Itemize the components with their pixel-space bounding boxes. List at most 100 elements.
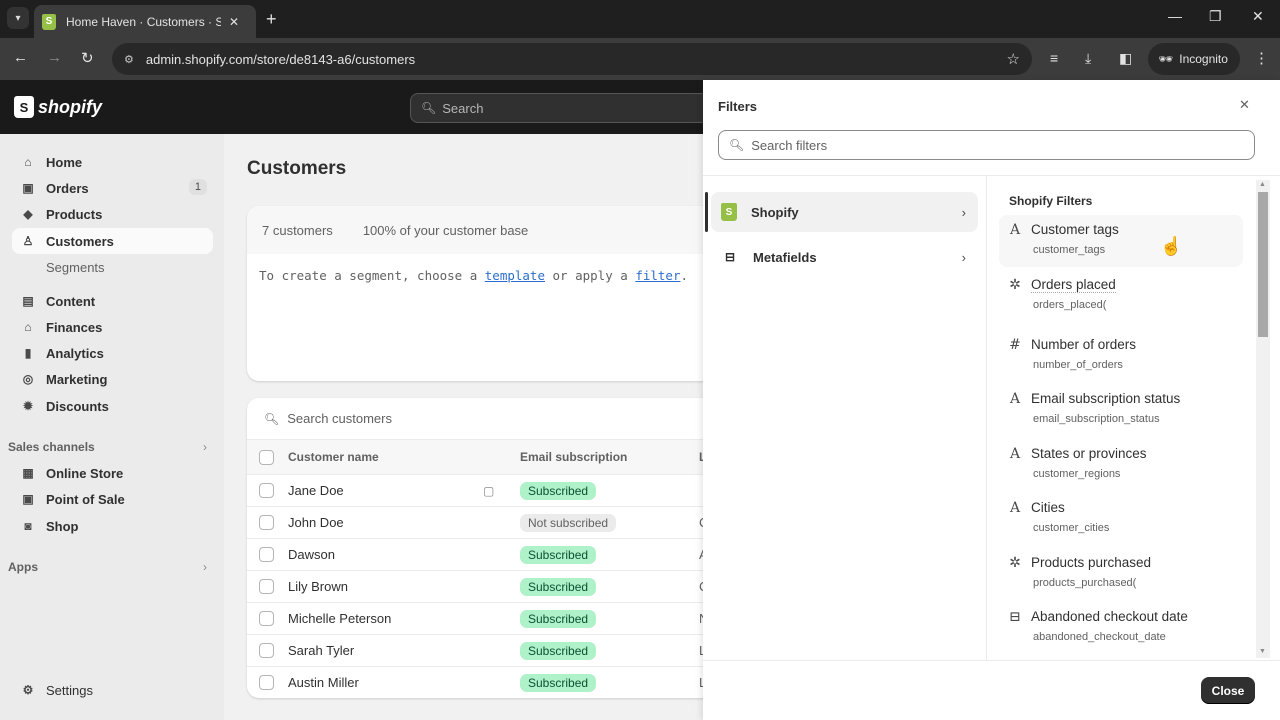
table-row[interactable]: Sarah TylerSubscribedL	[247, 635, 727, 667]
filter-category-shopify[interactable]: S Shopify ›	[711, 192, 978, 232]
sidebar-item-label: Home	[46, 154, 83, 170]
forward-icon[interactable]: →	[47, 49, 62, 66]
filter-key: customer_tags	[1033, 244, 1106, 256]
customer-name[interactable]: Dawson	[288, 547, 335, 562]
sidebar-item-label: Discounts	[46, 398, 109, 414]
filters-section-title: Shopify Filters	[1009, 194, 1093, 208]
sidebar-item-point-of-sale[interactable]: ▣ Point of Sale	[12, 486, 213, 512]
media-control-icon[interactable]: ≡	[1050, 50, 1058, 66]
content-icon: ▤	[22, 294, 34, 308]
customer-name[interactable]: Michelle Peterson	[288, 611, 391, 626]
back-icon[interactable]: ←	[13, 49, 28, 66]
sidebar-item-online-store[interactable]: ▦ Online Store	[12, 460, 213, 486]
table-row[interactable]: Jane Doe ▢ Subscribed	[247, 475, 727, 507]
reload-icon[interactable]: ↻	[81, 49, 94, 67]
filter-item[interactable]: A States or provinces customer_regions	[999, 439, 1243, 491]
tab-search-button[interactable]: ▾	[7, 7, 29, 29]
site-info-icon[interactable]: ⚙	[124, 53, 134, 66]
sidebar-item-home[interactable]: ⌂ Home	[12, 149, 213, 175]
bank-icon: ⌂	[24, 320, 32, 334]
table-header: Customer name Email subscription L	[247, 440, 727, 475]
download-icon[interactable]: ⤓	[1085, 50, 1091, 67]
customer-search-input[interactable]: 🔍︎ Search customers	[247, 398, 727, 440]
browser-tab[interactable]: S Home Haven · Customers · Shopify ✕	[34, 5, 256, 38]
column-header-email[interactable]: Email subscription	[520, 450, 627, 464]
sidebar-item-customers[interactable]: ♙ Customers	[12, 228, 213, 254]
sidebar-item-finances[interactable]: ⌂ Finances	[12, 314, 213, 340]
incognito-indicator[interactable]: 🕶 Incognito	[1148, 43, 1240, 75]
scroll-up-arrow-icon[interactable]: ▲	[1259, 181, 1266, 188]
customer-count: 7 customers	[262, 222, 333, 238]
sidebar-item-marketing[interactable]: ◎ Marketing	[12, 366, 213, 392]
template-link[interactable]: template	[485, 268, 545, 283]
row-checkbox[interactable]	[259, 675, 274, 690]
apps-header[interactable]: Apps ›	[8, 560, 213, 574]
sidebar-item-products[interactable]: ◆ Products	[12, 201, 213, 227]
sidebar-item-shop[interactable]: ◙ Shop	[12, 513, 213, 539]
select-all-checkbox[interactable]	[259, 449, 274, 465]
segment-summary: 7 customers 100% of your customer base	[247, 206, 727, 254]
close-button[interactable]: Close	[1201, 677, 1255, 704]
tab-close-icon[interactable]: ✕	[229, 15, 239, 29]
filter-key: products_purchased(	[1033, 577, 1137, 589]
customer-name[interactable]: John Doe	[288, 515, 344, 530]
target-icon: ◎	[22, 372, 34, 386]
customer-name[interactable]: Jane Doe	[288, 483, 344, 498]
address-bar[interactable]: ⚙ admin.shopify.com/store/de8143-a6/cust…	[112, 43, 1032, 75]
filter-item[interactable]: ⊟ Abandoned checkout date abandoned_checko…	[999, 602, 1243, 654]
minimize-icon[interactable]: —	[1168, 8, 1182, 24]
side-panel-icon[interactable]: ◧	[1119, 50, 1132, 67]
filter-item[interactable]: ✲ Products purchased products_purchased(	[999, 548, 1243, 600]
filter-item[interactable]: A Email subscription status email_subscrip…	[999, 384, 1243, 436]
row-checkbox[interactable]	[259, 547, 274, 562]
customer-name[interactable]: Sarah Tyler	[288, 643, 354, 658]
customer-name[interactable]: Austin Miller	[288, 675, 359, 690]
filter-category-metafields[interactable]: ⊟ Metafields ›	[711, 237, 978, 277]
filter-item[interactable]: ✲ Orders placed orders_placed(	[999, 270, 1243, 322]
filter-key: email_subscription_status	[1033, 413, 1160, 425]
sidebar-item-orders[interactable]: ▣ Orders 1	[12, 175, 213, 201]
sidebar-item-segments[interactable]: Segments	[12, 254, 213, 280]
table-row[interactable]: John DoeNot subscribedC	[247, 507, 727, 539]
scroll-down-arrow-icon[interactable]: ▼	[1259, 648, 1266, 655]
table-row[interactable]: DawsonSubscribedA	[247, 539, 727, 571]
function-icon: ✲	[1009, 555, 1021, 571]
url-text[interactable]: admin.shopify.com/store/de8143-a6/custom…	[146, 52, 415, 67]
filter-item[interactable]: # Number of orders number_of_orders	[999, 330, 1243, 382]
sidebar-item-content[interactable]: ▤ Content	[12, 288, 213, 314]
sidebar-item-analytics[interactable]: ▮ Analytics	[12, 340, 213, 366]
table-body: Jane Doe ▢ Subscribed John Doe Not subscribe…	[247, 475, 727, 698]
sidebar-item-settings[interactable]: ⚙ Settings	[12, 677, 213, 703]
scrollbar-thumb[interactable]	[1258, 192, 1268, 337]
table-row[interactable]: Austin MillerSubscribedL	[247, 667, 727, 698]
row-checkbox[interactable]	[259, 515, 274, 530]
filter-link[interactable]: filter	[635, 268, 680, 283]
sales-channels-header[interactable]: Sales channels ›	[8, 440, 213, 454]
browser-menu-icon[interactable]: ⋮	[1254, 49, 1269, 67]
row-checkbox[interactable]	[259, 611, 274, 626]
global-search-input[interactable]: 🔍︎ Search	[410, 93, 710, 123]
window-close-icon[interactable]: ✕	[1252, 8, 1264, 25]
sidebar-item-discounts[interactable]: ✹ Discounts	[12, 393, 213, 419]
subscription-badge: Subscribed	[520, 578, 597, 596]
note-icon[interactable]: ▢	[483, 484, 494, 498]
row-checkbox[interactable]	[259, 643, 274, 658]
close-icon[interactable]: ✕	[1239, 97, 1250, 113]
bookmark-star-icon[interactable]: ☆	[1007, 50, 1020, 68]
column-header-name[interactable]: Customer name	[288, 450, 379, 464]
filter-item[interactable]: A Customer tags customer_tags	[999, 215, 1243, 267]
table-row[interactable]: Lily BrownSubscribedC	[247, 571, 727, 603]
filter-search-input[interactable]: 🔍︎ Search filters	[718, 130, 1255, 160]
shopify-logo[interactable]: S shopify	[14, 96, 102, 118]
filter-key: abandoned_checkout_date	[1033, 631, 1166, 643]
restore-icon[interactable]: ❐	[1209, 8, 1222, 25]
customer-name[interactable]: Lily Brown	[288, 579, 348, 594]
row-checkbox[interactable]	[259, 579, 274, 594]
filter-key: orders_placed(	[1033, 299, 1107, 311]
new-tab-button[interactable]: +	[266, 9, 277, 30]
table-row[interactable]: Michelle PetersonSubscribedN	[247, 603, 727, 635]
sidebar-item-label: Marketing	[46, 371, 108, 387]
filter-item[interactable]: A Cities customer_cities	[999, 493, 1243, 545]
row-checkbox[interactable]	[259, 483, 274, 498]
segment-query-editor[interactable]: To create a segment, choose a template o…	[247, 254, 727, 297]
